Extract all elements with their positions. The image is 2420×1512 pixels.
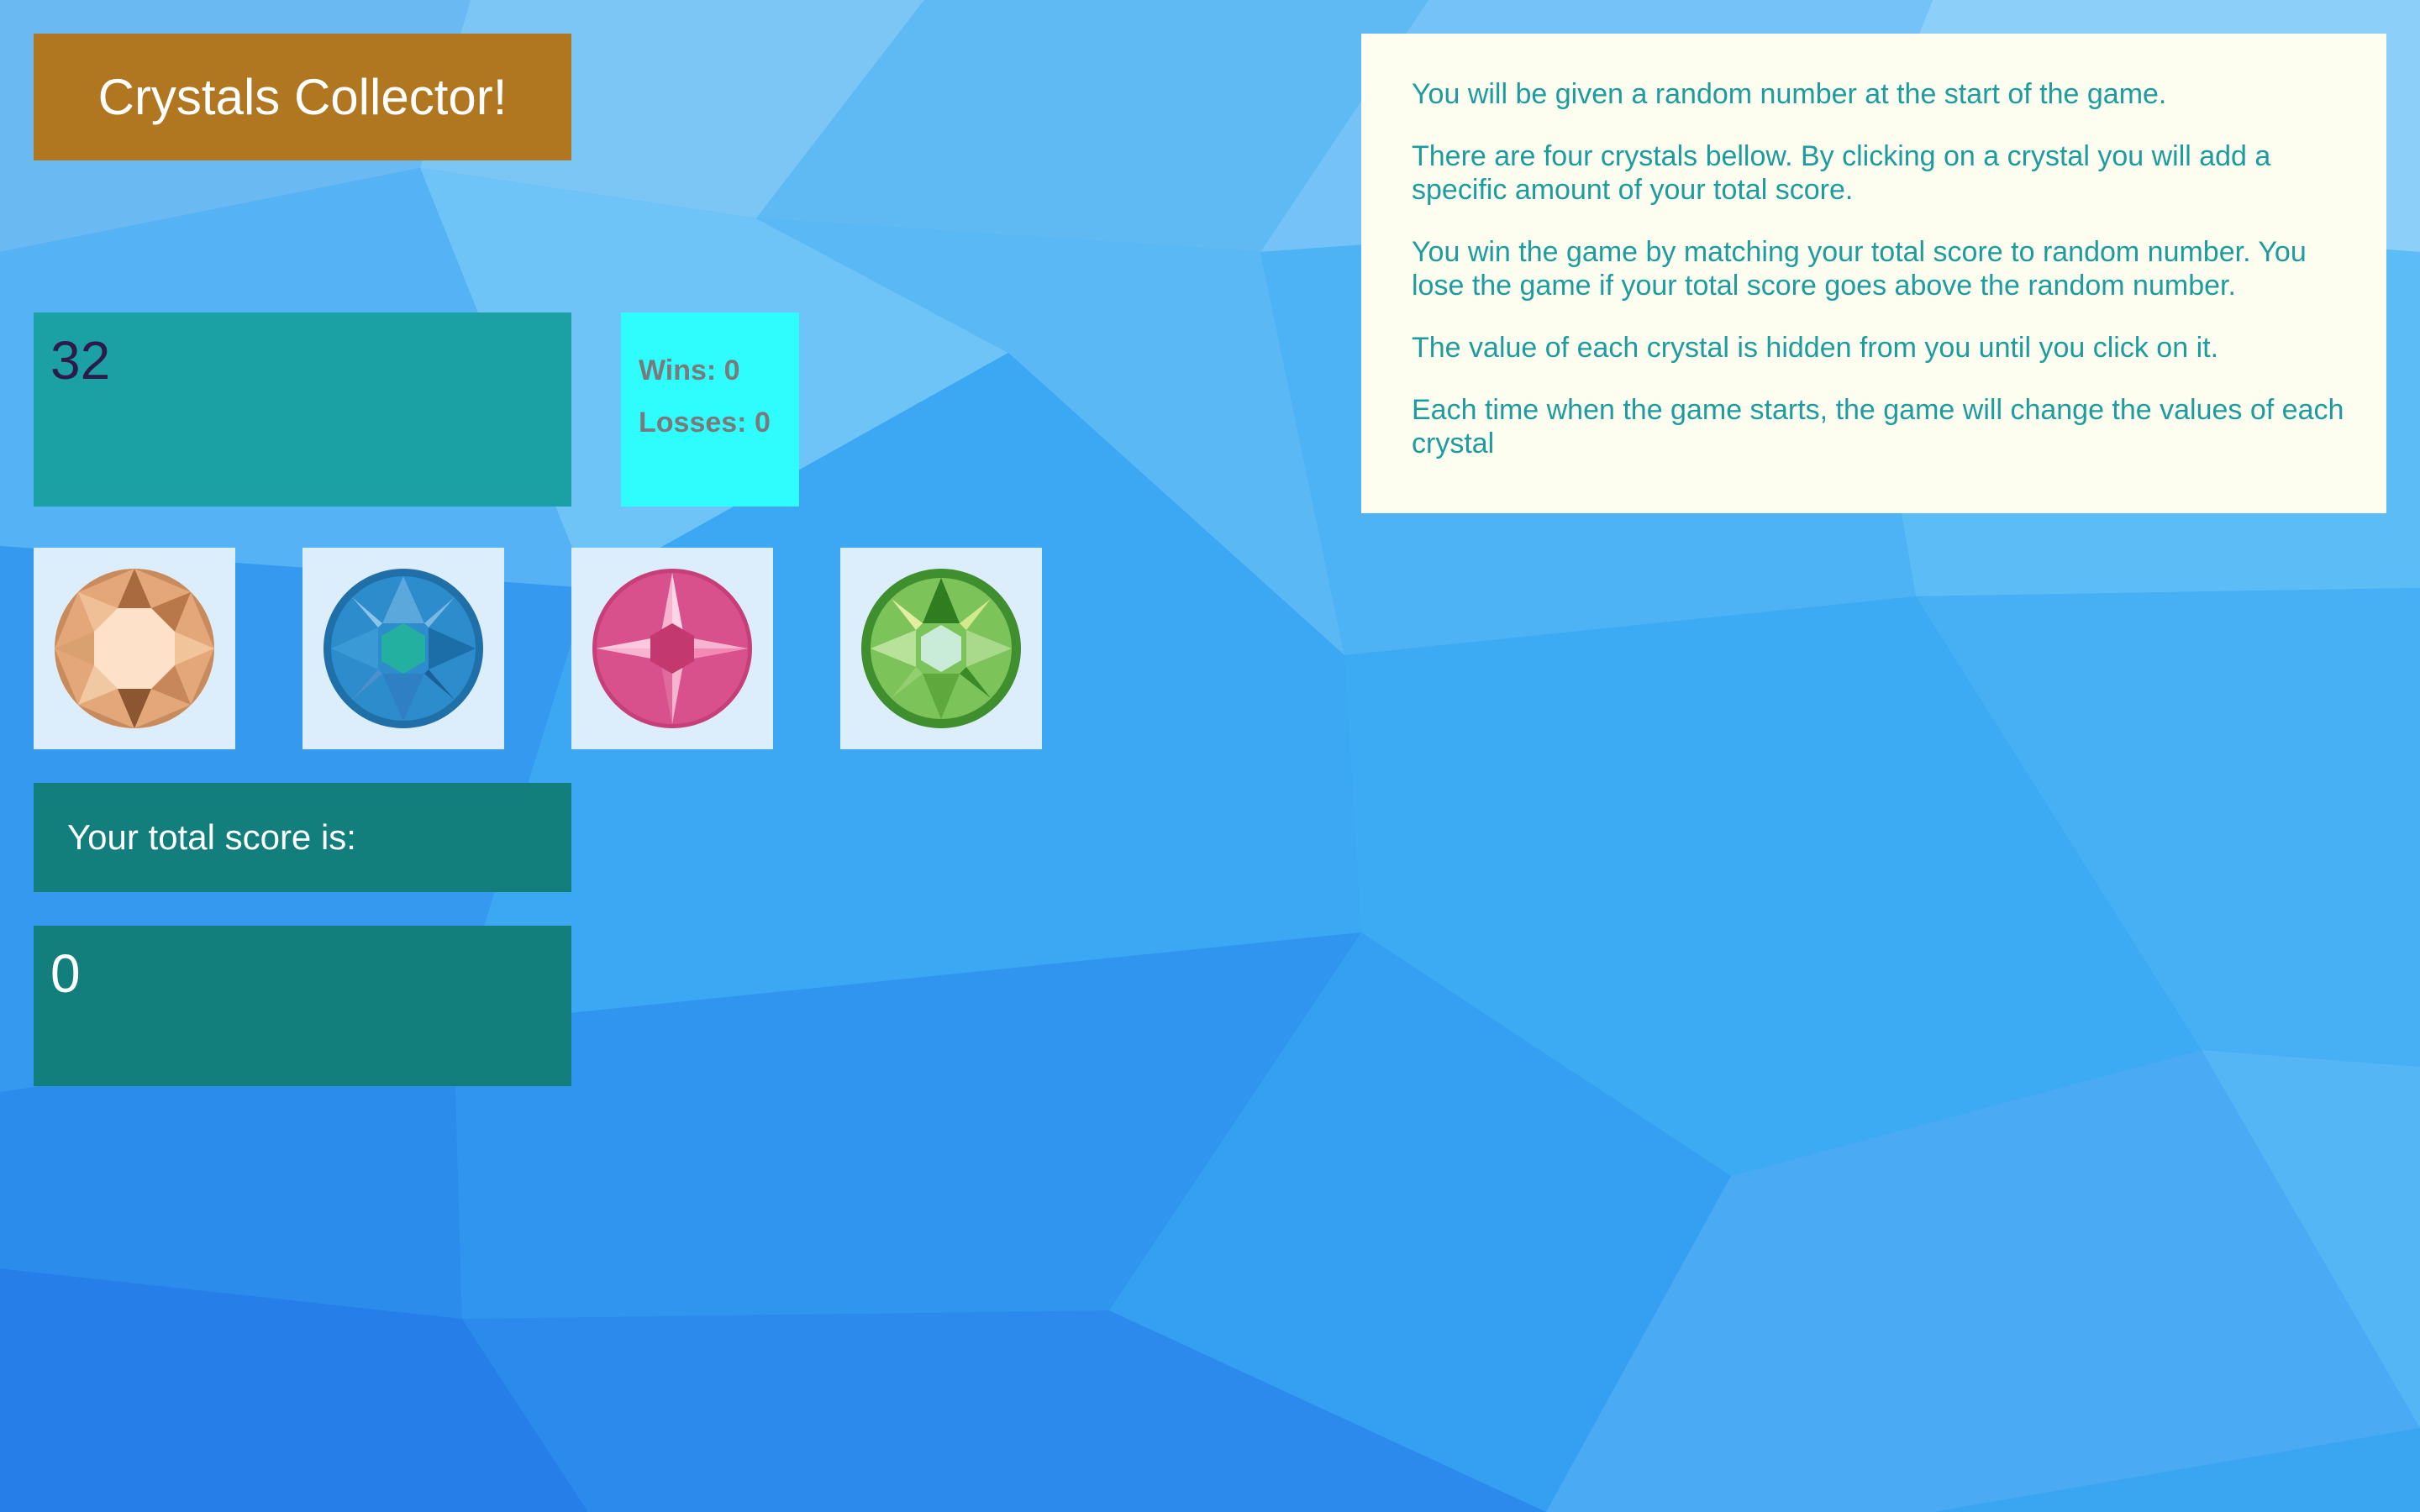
blue-crystal-icon bbox=[324, 569, 483, 728]
crystal-button-green[interactable] bbox=[840, 548, 1042, 749]
random-number-display: 32 bbox=[34, 312, 571, 507]
total-score-label: Your total score is: bbox=[34, 783, 571, 892]
crystal-button-pink[interactable] bbox=[571, 548, 773, 749]
total-score-label-text: Your total score is: bbox=[67, 817, 356, 857]
random-number-value: 32 bbox=[50, 330, 111, 391]
game-title: Crystals Collector! bbox=[34, 34, 571, 160]
instruction-line: You will be given a random number at the… bbox=[1412, 78, 2167, 110]
instructions-panel: You will be given a random number at the… bbox=[1361, 34, 2386, 513]
instruction-line: Each time when the game starts, the game… bbox=[1412, 394, 2344, 459]
total-score-display: 0 bbox=[34, 926, 571, 1086]
crystal-button-peach[interactable] bbox=[34, 548, 235, 749]
peach-crystal-icon bbox=[55, 569, 214, 728]
total-score-value: 0 bbox=[50, 943, 81, 1004]
crystal-button-blue[interactable] bbox=[302, 548, 504, 749]
game-title-text: Crystals Collector! bbox=[97, 69, 508, 125]
instruction-line: The value of each crystal is hidden from… bbox=[1412, 332, 2219, 364]
pink-crystal-icon bbox=[592, 569, 752, 728]
wins-losses-panel: Wins: 0 Losses: 0 bbox=[621, 312, 799, 507]
losses-counter: Losses: 0 bbox=[639, 407, 771, 438]
instruction-line: You win the game by matching your total … bbox=[1412, 236, 2307, 302]
instruction-line: There are four crystals bellow. By click… bbox=[1412, 140, 2271, 206]
wins-counter: Wins: 0 bbox=[639, 354, 740, 386]
green-crystal-icon bbox=[861, 569, 1021, 728]
